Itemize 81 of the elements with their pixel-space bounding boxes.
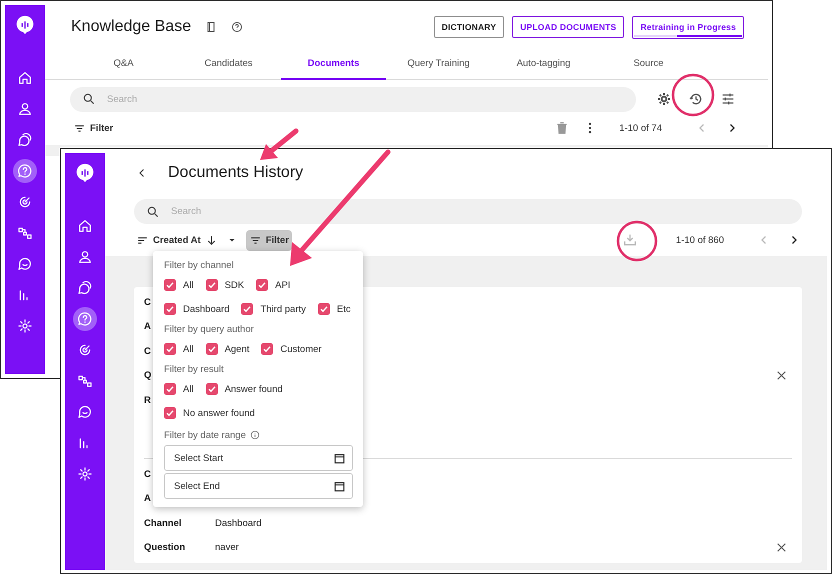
checkbox[interactable] <box>206 343 218 355</box>
help-icon[interactable] <box>73 307 97 331</box>
help-icon[interactable] <box>13 159 37 183</box>
date-input[interactable]: Select End <box>172 480 333 492</box>
logo-icon <box>14 14 36 36</box>
tab[interactable]: Source <box>596 49 701 80</box>
checkbox[interactable] <box>164 407 176 419</box>
field-label: A <box>144 493 151 504</box>
book-icon[interactable] <box>205 21 218 33</box>
checkbox[interactable] <box>206 279 218 291</box>
field-label: C <box>144 346 151 357</box>
retraining-button[interactable]: Retraining in Progress <box>632 16 744 38</box>
checkbox[interactable] <box>164 303 176 315</box>
pagination-text: 1-10 of 74 <box>619 122 662 134</box>
date-field[interactable]: Select End <box>164 473 353 499</box>
section-heading: Filter by query author <box>164 322 255 336</box>
checkbox[interactable] <box>256 279 268 291</box>
field-label: A <box>144 321 151 332</box>
date-input[interactable]: Select Start <box>172 452 333 464</box>
option-label: SDK <box>224 280 244 290</box>
tab[interactable]: Q&A <box>71 49 176 80</box>
option-label: Agent <box>224 344 250 354</box>
checkbox[interactable] <box>241 303 254 315</box>
calendar-icon[interactable] <box>333 452 346 464</box>
checkbox[interactable] <box>261 343 274 355</box>
option-label: No answer found <box>183 408 255 418</box>
option-label: API <box>275 280 290 290</box>
section-heading: Filter by channel <box>164 258 235 272</box>
search-icon <box>146 204 160 218</box>
checkbox[interactable] <box>318 303 330 315</box>
highlight-circle <box>672 74 714 116</box>
tab[interactable]: Documents <box>281 49 386 80</box>
search-input[interactable]: Search <box>105 92 624 106</box>
option-label: Dashboard <box>183 304 230 314</box>
header-button[interactable]: DICTIONARY <box>434 16 504 38</box>
tab[interactable]: Candidates <box>176 49 281 80</box>
checkbox[interactable] <box>164 343 176 355</box>
search-field[interactable]: Search <box>134 199 802 224</box>
close-icon[interactable] <box>775 369 788 382</box>
option-label: All <box>183 344 194 354</box>
checkbox[interactable] <box>164 383 176 395</box>
option-label: Etc <box>336 304 351 314</box>
field-label: C <box>144 296 151 308</box>
field-value: naver <box>215 542 239 554</box>
option-label: Answer found <box>224 384 283 394</box>
header-button[interactable]: UPLOAD DOCUMENTS <box>512 16 624 38</box>
date-field[interactable]: Select Start <box>164 445 353 471</box>
search-input[interactable]: Search <box>169 205 790 218</box>
calendar-icon[interactable] <box>333 480 346 492</box>
sliders-icon[interactable] <box>720 91 736 107</box>
filter-button[interactable]: Filter <box>246 230 292 250</box>
search-field[interactable]: Search <box>70 86 636 112</box>
field-label: C <box>144 468 151 480</box>
filter-label[interactable]: Filter <box>90 122 114 134</box>
close-icon[interactable] <box>775 541 788 554</box>
option-label: All <box>183 280 194 290</box>
trash-icon[interactable] <box>555 121 570 135</box>
field-label: Q <box>144 370 152 382</box>
help-icon[interactable] <box>231 21 244 33</box>
field-label: Question <box>144 542 186 554</box>
info-icon[interactable] <box>250 430 260 440</box>
section-heading: Filter by result <box>164 362 225 376</box>
highlight-circle <box>616 220 658 262</box>
page-title: Documents History <box>168 164 304 182</box>
pagination-text: 1-10 of 860 <box>676 234 724 246</box>
field-label: R <box>144 394 151 406</box>
checkbox[interactable] <box>206 383 218 395</box>
tab[interactable]: Query Training <box>386 49 491 80</box>
field-label: Channel <box>144 518 182 529</box>
search-icon <box>82 92 96 106</box>
option-label: Customer <box>280 344 322 354</box>
section-heading: Filter by date range <box>164 430 246 440</box>
page-title: Knowledge Base <box>71 18 192 36</box>
option-label: All <box>183 384 194 394</box>
checkbox[interactable] <box>164 279 176 291</box>
logo-icon <box>74 162 96 184</box>
history-icon[interactable] <box>688 91 704 107</box>
field-value: Dashboard <box>215 518 262 529</box>
sort-label[interactable]: Created At <box>153 234 201 246</box>
tab[interactable]: Auto-tagging <box>491 49 596 80</box>
option-label: Third party <box>260 304 306 314</box>
